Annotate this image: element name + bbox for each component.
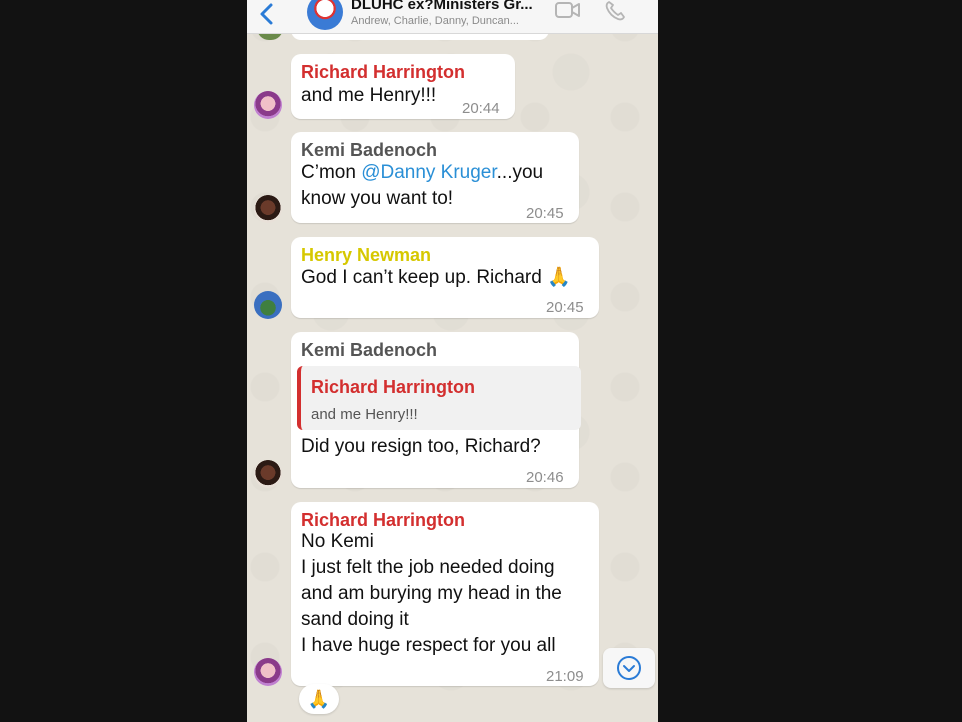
avatar[interactable] (254, 658, 282, 686)
message-time: 20:45 (546, 299, 584, 316)
message-text: and am burying my head in the (301, 583, 562, 604)
scroll-to-bottom-button[interactable] (603, 648, 655, 688)
message-time: 20:44 (462, 100, 500, 117)
message-bubble[interactable]: Richard Harrington and me Henry!!! 20:44 (291, 54, 515, 119)
group-avatar[interactable] (307, 0, 343, 30)
chevron-left-icon[interactable] (257, 2, 277, 26)
quoted-message[interactable]: Richard Harrington and me Henry!!! (297, 366, 581, 430)
sender-name[interactable]: Richard Harrington (301, 59, 465, 85)
message-text: God I can’t keep up. Richard 🙏 (301, 267, 571, 288)
message-text: sand doing it (301, 609, 409, 630)
video-camera-icon[interactable] (554, 0, 582, 22)
avatar[interactable] (254, 195, 282, 223)
quoted-sender: Richard Harrington (311, 377, 476, 397)
message-bubble[interactable]: Kemi Badenoch C’mon @Danny Kruger...you … (291, 132, 579, 223)
message-text: know you want to! (301, 188, 454, 209)
quoted-text: and me Henry!!! (311, 406, 418, 423)
mention-link[interactable]: @Danny Kruger (361, 162, 496, 183)
chat-title[interactable]: DLUHC ex?Ministers Gr... (351, 0, 533, 13)
message-bubble[interactable]: Henry Newman God I can’t keep up. Richar… (291, 237, 599, 318)
avatar[interactable] (254, 91, 282, 119)
message-text: No Kemi (301, 531, 374, 552)
chevron-down-icon (617, 656, 641, 680)
reaction-badge[interactable]: 🙏 (299, 684, 339, 714)
chat-header: DLUHC ex?Ministers Gr... Andrew, Charlie… (247, 0, 658, 34)
message-bubble[interactable]: Richard Harrington No Kemi I just felt t… (291, 502, 599, 686)
message-text: and me Henry!!! (301, 85, 437, 106)
avatar[interactable] (254, 460, 282, 488)
message-bubble[interactable]: Kemi Badenoch Richard Harrington and me … (291, 332, 581, 488)
chat-members[interactable]: Andrew, Charlie, Danny, Duncan... (351, 15, 519, 27)
message-time: 21:09 (546, 668, 584, 685)
message-text: I have huge respect for you all (301, 635, 556, 656)
sender-name[interactable]: Kemi Badenoch (301, 337, 437, 363)
message-text: C’mon @Danny Kruger...you (301, 162, 544, 183)
message-text: I just felt the job needed doing (301, 557, 555, 578)
chat-screen: DLUHC ex?Ministers Gr... Andrew, Charlie… (247, 0, 658, 722)
message-time: 20:46 (526, 469, 564, 486)
message-time: 20:45 (526, 205, 564, 222)
message-text: Did you resign too, Richard? (301, 436, 541, 457)
phone-icon[interactable] (604, 0, 626, 22)
avatar[interactable] (254, 291, 282, 319)
